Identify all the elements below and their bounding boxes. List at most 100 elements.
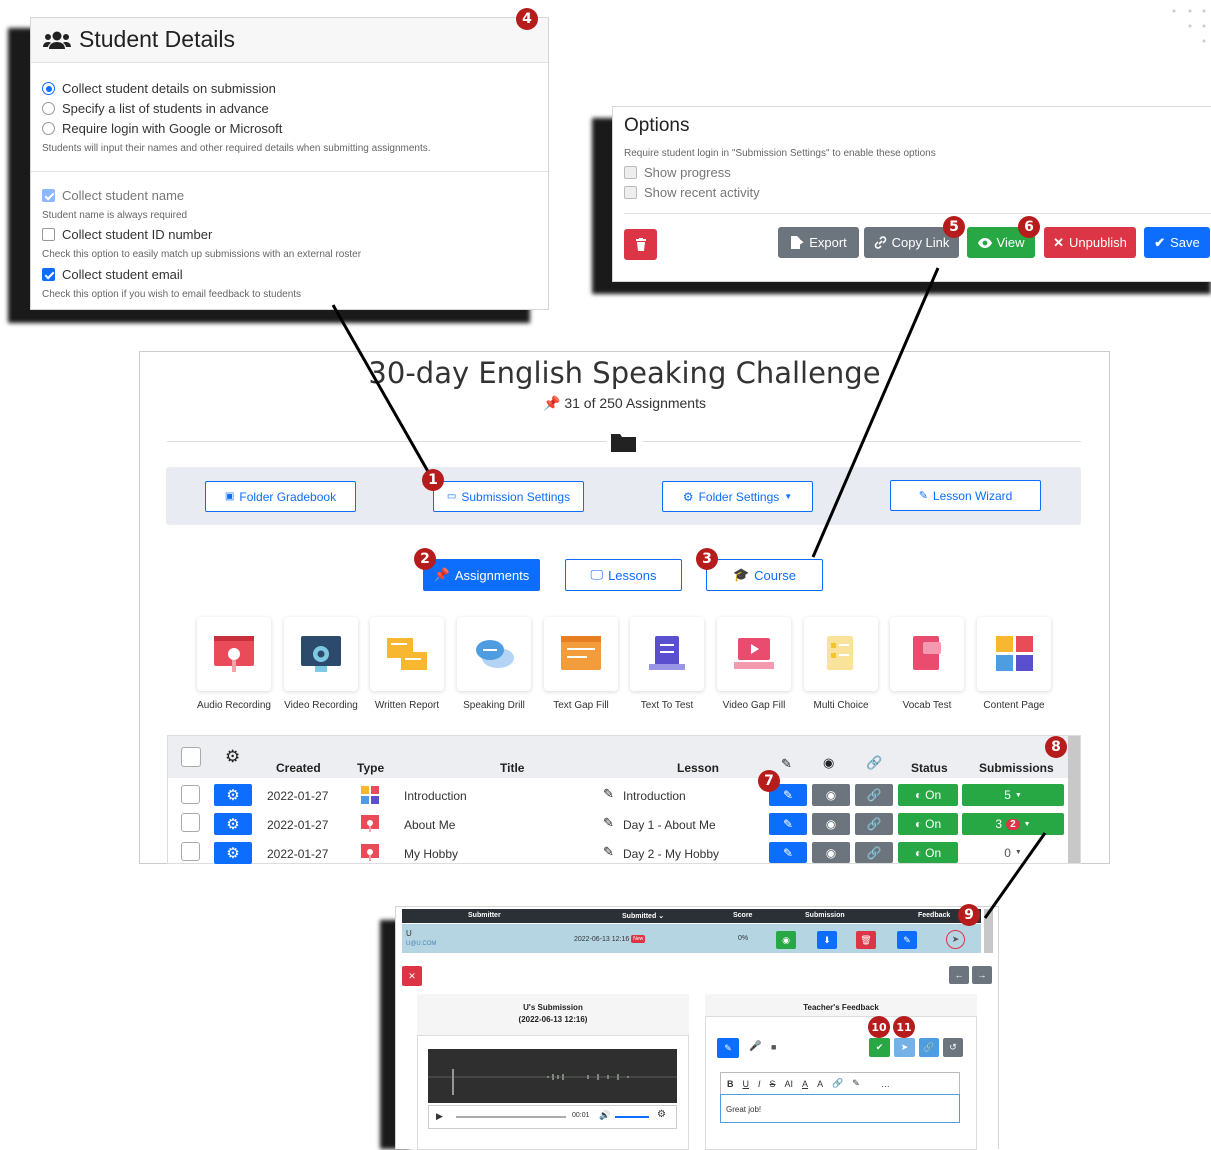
type-tile-written-report[interactable]: [370, 617, 444, 691]
row-title[interactable]: About Me: [404, 818, 455, 832]
col-submission[interactable]: Submission: [805, 912, 845, 919]
status-toggle[interactable]: ◐ On: [898, 842, 958, 863]
tab-assignments[interactable]: 📌 Assignments: [423, 559, 540, 591]
send-feedback-button[interactable]: ➤: [894, 1038, 915, 1057]
volume-slider[interactable]: [615, 1116, 649, 1118]
status-toggle[interactable]: ◐ On: [898, 784, 958, 806]
row-lesson[interactable]: Day 2 - My Hobby: [623, 847, 719, 861]
edit-button[interactable]: ✎: [769, 813, 807, 835]
audio-player[interactable]: ▶ 00:01 🔊 ⚙: [428, 1105, 677, 1129]
type-tile-text-gap-fill[interactable]: [544, 617, 618, 691]
audio-progress-track[interactable]: [456, 1116, 566, 1118]
play-icon[interactable]: ▶: [436, 1111, 443, 1122]
type-tile-audio-recording[interactable]: [197, 617, 271, 691]
volume-icon[interactable]: 🔊: [599, 1110, 610, 1121]
send-feedback-icon[interactable]: ➤: [946, 930, 965, 949]
col-title[interactable]: Title: [500, 761, 524, 775]
col-created[interactable]: Created: [276, 761, 321, 775]
row-lesson[interactable]: Introduction: [623, 789, 686, 803]
radio-specify-list[interactable]: Specify a list of students in advance: [42, 101, 269, 116]
font-size-button[interactable]: AI: [785, 1079, 794, 1089]
submission-settings-button[interactable]: ▭ Submission Settings: [433, 481, 584, 512]
copy-feedback-link-button[interactable]: 🔗: [919, 1038, 939, 1057]
tab-lessons[interactable]: 🖵 Lessons: [565, 559, 682, 591]
radio-collect-on-submission[interactable]: Collect student details on submission: [42, 81, 276, 96]
checkbox-collect-id[interactable]: Collect student ID number: [42, 227, 212, 242]
row-title[interactable]: My Hobby: [404, 847, 458, 861]
video-feedback-tab[interactable]: ■: [771, 1042, 776, 1052]
prev-button[interactable]: ←: [949, 966, 969, 984]
submission-row[interactable]: [402, 924, 981, 953]
type-tile-vocab-test[interactable]: [890, 617, 964, 691]
reset-feedback-button[interactable]: ↺: [943, 1038, 963, 1057]
highlight-icon[interactable]: ✎: [852, 1078, 860, 1089]
col-status[interactable]: Status: [911, 761, 948, 775]
next-button[interactable]: →: [972, 966, 992, 984]
submissions-dropdown[interactable]: 5 ▼: [962, 784, 1064, 806]
edit-icon[interactable]: ✎: [603, 844, 614, 860]
delete-button[interactable]: [624, 229, 657, 260]
download-submission-button[interactable]: ⬇: [817, 931, 837, 949]
edit-button[interactable]: ✎: [769, 842, 807, 863]
type-tile-multi-choice[interactable]: [804, 617, 878, 691]
mark-reviewed-button[interactable]: ✔: [869, 1038, 890, 1057]
row-settings-button[interactable]: ⚙: [214, 842, 252, 864]
folder-gradebook-button[interactable]: ▣ Folder Gradebook: [205, 481, 356, 512]
col-submitter[interactable]: Submitter: [468, 912, 501, 919]
link-button[interactable]: 🔗: [855, 784, 893, 806]
row-title[interactable]: Introduction: [404, 789, 467, 803]
export-button[interactable]: Export: [778, 227, 859, 258]
type-tile-video-gap-fill[interactable]: [717, 617, 791, 691]
text-feedback-tab[interactable]: ✎: [717, 1038, 739, 1058]
status-toggle[interactable]: ◐ On: [898, 813, 958, 835]
gear-icon[interactable]: ⚙: [657, 1109, 666, 1120]
col-type[interactable]: Type: [357, 761, 384, 775]
preview-button[interactable]: ◉: [812, 813, 850, 835]
col-submissions[interactable]: Submissions: [979, 761, 1054, 775]
link-icon[interactable]: 🔗: [832, 1078, 843, 1089]
folder-settings-button[interactable]: ⚙ Folder Settings ▼: [662, 481, 813, 512]
type-tile-video-recording[interactable]: [284, 617, 358, 691]
delete-submission-button[interactable]: 🗑: [856, 931, 876, 949]
underline-button[interactable]: U: [743, 1079, 750, 1089]
save-button[interactable]: ✔ Save: [1144, 227, 1210, 258]
view-submission-button[interactable]: ◉: [776, 931, 796, 949]
row-checkbox[interactable]: [181, 813, 200, 832]
radio-require-login[interactable]: Require login with Google or Microsoft: [42, 121, 282, 136]
close-button[interactable]: ✕: [402, 966, 422, 986]
preview-button[interactable]: ◉: [812, 842, 850, 863]
row-checkbox[interactable]: [181, 785, 200, 804]
font-color-button[interactable]: A: [802, 1079, 808, 1089]
submissions-dropdown[interactable]: 3 2 ▼: [962, 813, 1064, 835]
type-tile-content-page[interactable]: [977, 617, 1051, 691]
edit-icon[interactable]: ✎: [603, 786, 614, 802]
tab-course[interactable]: 🎓 Course: [706, 559, 823, 591]
link-button[interactable]: 🔗: [855, 842, 893, 863]
preview-button[interactable]: ◉: [812, 784, 850, 806]
col-feedback[interactable]: Feedback: [918, 912, 950, 919]
row-checkbox[interactable]: [181, 842, 200, 861]
link-button[interactable]: 🔗: [855, 813, 893, 835]
audio-feedback-tab[interactable]: 🎤: [749, 1041, 761, 1052]
type-tile-text-to-test[interactable]: [630, 617, 704, 691]
type-tile-speaking-drill[interactable]: [457, 617, 531, 691]
unpublish-button[interactable]: ✕ Unpublish: [1044, 227, 1136, 258]
submissions-dropdown[interactable]: 0 ▼: [962, 842, 1064, 863]
italic-button[interactable]: I: [758, 1079, 761, 1089]
col-submitted[interactable]: Submitted ⌄: [622, 912, 664, 920]
row-lesson[interactable]: Day 1 - About Me: [623, 818, 716, 832]
col-lesson[interactable]: Lesson: [677, 761, 719, 775]
row-settings-button[interactable]: ⚙: [214, 813, 252, 835]
col-score[interactable]: Score: [733, 912, 752, 919]
edit-feedback-button[interactable]: ✎: [897, 931, 917, 949]
checkbox-collect-email[interactable]: Collect student email: [42, 267, 183, 282]
feedback-text-area[interactable]: Great job!: [720, 1094, 960, 1123]
row-settings-button[interactable]: ⚙: [214, 784, 252, 806]
edit-icon[interactable]: ✎: [603, 815, 614, 831]
select-all-checkbox[interactable]: [181, 747, 201, 767]
more-button[interactable]: …: [881, 1079, 890, 1089]
lesson-wizard-button[interactable]: ✎ Lesson Wizard: [890, 480, 1041, 511]
text-style-button[interactable]: A: [817, 1079, 823, 1089]
bold-button[interactable]: B: [727, 1079, 734, 1089]
strikethrough-button[interactable]: S: [770, 1079, 776, 1089]
